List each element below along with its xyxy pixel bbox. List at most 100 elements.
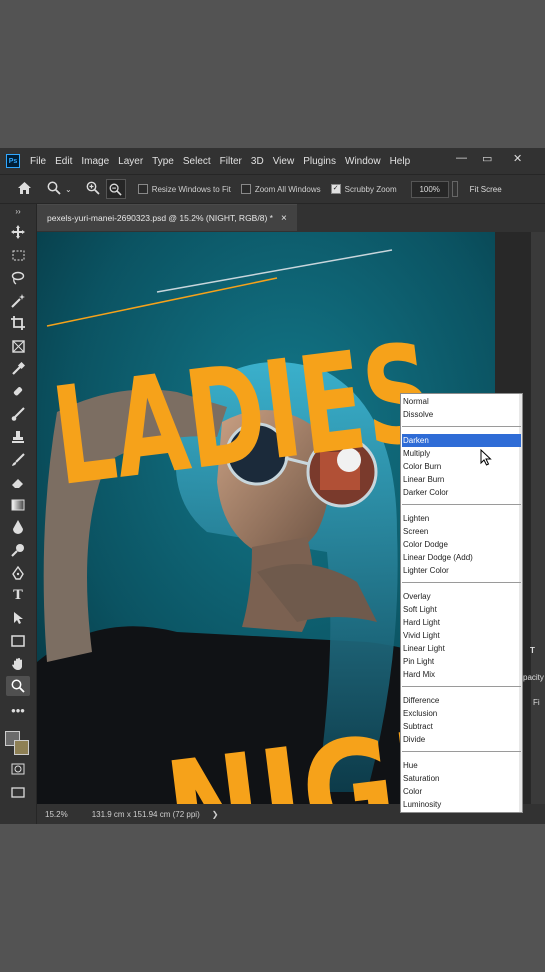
pen-tool-icon[interactable]	[6, 563, 30, 583]
screen-mode-icon[interactable]	[6, 782, 30, 802]
zoom-tool-icon[interactable]	[47, 181, 61, 198]
blend-mode-dropdown[interactable]: Normal Dissolve Darken Multiply Color Burn Li…	[400, 393, 523, 813]
path-selection-icon[interactable]	[6, 608, 30, 628]
blend-separator	[402, 504, 521, 505]
dodge-tool-icon[interactable]	[6, 540, 30, 560]
restore-button[interactable]: ▭	[482, 152, 492, 165]
blend-option[interactable]: Linear Burn	[402, 473, 521, 486]
history-brush-icon[interactable]	[6, 450, 30, 470]
menu-filter[interactable]: Filter	[220, 156, 242, 167]
chevron-down-icon[interactable]: ⌄	[65, 185, 72, 194]
rectangle-tool-icon[interactable]	[6, 631, 30, 651]
menu-type[interactable]: Type	[152, 156, 174, 167]
document-tab-title: pexels-yuri-manei-2690323.psd @ 15.2% (N…	[47, 213, 273, 223]
mouse-pointer-icon	[480, 448, 492, 471]
blend-option[interactable]: Screen	[402, 525, 521, 538]
blend-option[interactable]: Multiply	[402, 447, 521, 460]
blend-separator	[402, 426, 521, 427]
menu-image[interactable]: Image	[81, 156, 109, 167]
gradient-tool-icon[interactable]	[6, 495, 30, 515]
vertical-scrollbar[interactable]	[531, 232, 545, 804]
zoom-tool-icon[interactable]	[6, 676, 30, 696]
move-tool-icon[interactable]	[6, 222, 30, 242]
zoom-in-icon[interactable]	[86, 181, 100, 198]
document-tab[interactable]: pexels-yuri-manei-2690323.psd @ 15.2% (N…	[37, 204, 297, 231]
lasso-tool-icon[interactable]	[6, 268, 30, 288]
eyedropper-icon[interactable]	[6, 359, 30, 379]
panel-type-icon[interactable]: T	[530, 646, 535, 655]
crop-tool-icon[interactable]	[6, 313, 30, 333]
blend-option[interactable]: Color Dodge	[402, 538, 521, 551]
blend-option[interactable]: Linear Light	[402, 642, 521, 655]
healing-brush-icon[interactable]	[6, 382, 30, 402]
menu-plugins[interactable]: Plugins	[303, 156, 336, 167]
zoom-slider-handle[interactable]	[451, 181, 458, 197]
brush-tool-icon[interactable]	[6, 404, 30, 424]
blend-option[interactable]: Pin Light	[402, 655, 521, 668]
tab-close-icon[interactable]: ×	[281, 213, 287, 224]
document-tab-bar: pexels-yuri-manei-2690323.psd @ 15.2% (N…	[37, 204, 545, 232]
magic-wand-icon[interactable]	[6, 291, 30, 311]
zoom-percent-field[interactable]: 100%	[410, 180, 449, 198]
blend-separator	[402, 686, 521, 687]
menu-edit[interactable]: Edit	[55, 156, 72, 167]
blend-option[interactable]: Hard Light	[402, 616, 521, 629]
zoom-all-label: Zoom All Windows	[254, 184, 321, 194]
menu-select[interactable]: Select	[183, 156, 211, 167]
marquee-tool-icon[interactable]	[6, 245, 30, 265]
tools-panel: ›› T •••	[0, 204, 37, 824]
blend-option[interactable]: Color Burn	[402, 460, 521, 473]
menu-help[interactable]: Help	[390, 156, 411, 167]
hand-tool-icon[interactable]	[6, 654, 30, 674]
menu-3d[interactable]: 3D	[251, 156, 264, 167]
more-tools-icon[interactable]: •••	[6, 700, 30, 720]
blend-option[interactable]: Hue	[402, 759, 521, 772]
menu-layer[interactable]: Layer	[118, 156, 143, 167]
blend-option[interactable]: Luminosity	[402, 798, 521, 811]
menu-view[interactable]: View	[273, 156, 295, 167]
quick-mask-icon[interactable]	[6, 759, 30, 779]
scrubby-zoom-label: Scrubby Zoom	[344, 184, 397, 194]
home-icon[interactable]	[18, 181, 31, 197]
options-bar: ⌄ Resize Windows to Fit Zoom All Windows…	[0, 174, 545, 204]
blend-option[interactable]: Divide	[402, 733, 521, 746]
blur-tool-icon[interactable]	[6, 517, 30, 537]
blend-option[interactable]: Darker Color	[402, 486, 521, 499]
blend-option[interactable]: Vivid Light	[402, 629, 521, 642]
blend-separator	[402, 582, 521, 583]
blend-option[interactable]: Lighten	[402, 512, 521, 525]
minimize-button[interactable]: —	[456, 152, 467, 164]
resize-windows-label: Resize Windows to Fit	[151, 184, 231, 194]
scrubby-zoom-checkbox[interactable]: ✓ Scrubby Zoom	[330, 184, 397, 194]
zoom-out-button[interactable]	[105, 179, 126, 199]
type-tool-icon[interactable]: T	[6, 585, 30, 605]
blend-option[interactable]: Overlay	[402, 590, 521, 603]
blend-option[interactable]: Dissolve	[402, 408, 521, 421]
document-dimensions: 131.9 cm x 151.94 cm (72 ppi)	[91, 809, 200, 819]
blend-option[interactable]: Color	[402, 785, 521, 798]
frame-tool-icon[interactable]	[6, 336, 30, 356]
blend-option[interactable]: Exclusion	[402, 707, 521, 720]
background-color-swatch[interactable]	[14, 740, 29, 755]
blend-option[interactable]: Subtract	[402, 720, 521, 733]
collapse-toolbar-icon[interactable]: ››	[6, 206, 30, 216]
menu-file[interactable]: File	[30, 156, 46, 167]
blend-option[interactable]: Hard Mix	[402, 668, 521, 681]
blend-option[interactable]: Soft Light	[402, 603, 521, 616]
resize-windows-checkbox[interactable]: Resize Windows to Fit	[137, 184, 231, 194]
close-button[interactable]: ✕	[513, 152, 522, 165]
blend-option[interactable]: Normal	[402, 395, 521, 408]
blend-option[interactable]: Difference	[402, 694, 521, 707]
fit-screen-button[interactable]: Fit Scree	[470, 185, 502, 194]
blend-option[interactable]: Saturation	[402, 772, 521, 785]
blend-option[interactable]: Linear Dodge (Add)	[402, 551, 521, 564]
zoom-out-icon	[109, 183, 122, 196]
blend-option[interactable]: Lighter Color	[402, 564, 521, 577]
stamp-tool-icon[interactable]	[6, 427, 30, 447]
status-menu-arrow[interactable]: ❯	[212, 810, 219, 819]
blend-option[interactable]: Darken	[402, 434, 521, 447]
menu-window[interactable]: Window	[345, 156, 381, 167]
zoom-all-checkbox[interactable]: Zoom All Windows	[240, 184, 321, 194]
eraser-tool-icon[interactable]	[6, 472, 30, 492]
zoom-level[interactable]: 15.2%	[45, 810, 68, 819]
